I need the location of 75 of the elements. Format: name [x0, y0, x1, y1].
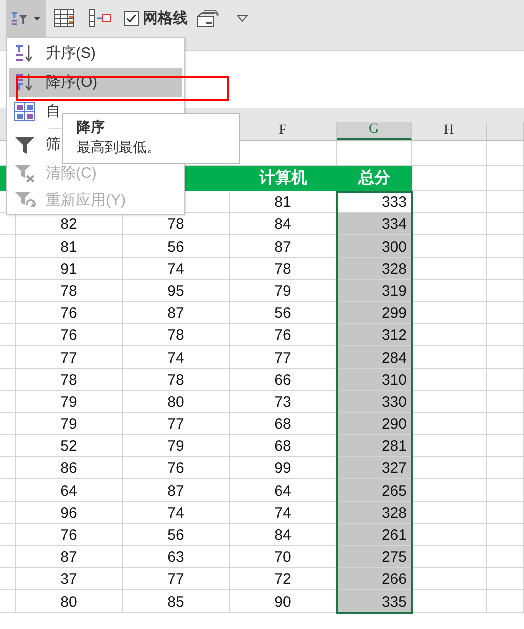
table-cell: 327: [337, 457, 412, 480]
table-cell: 78: [123, 368, 230, 391]
table-cell: 72: [230, 568, 337, 590]
table-cell: 95: [123, 280, 230, 302]
table-cell: 334: [337, 213, 412, 236]
table-cell: 64: [230, 479, 337, 502]
table-cell: 76: [230, 324, 337, 346]
table-cell: 284: [337, 346, 412, 368]
table-cell: 86: [16, 457, 123, 480]
header-cell: 总分: [337, 166, 412, 191]
table-cell: 73: [230, 390, 337, 413]
table-cell: 330: [337, 390, 412, 413]
table-cell: 79: [230, 280, 337, 302]
tooltip-text: 最高到最低。: [77, 139, 162, 155]
table-cell: 80: [123, 390, 230, 413]
table-cell: 84: [230, 524, 337, 546]
table-cell: 56: [230, 302, 337, 324]
table-cell: 76: [16, 524, 123, 546]
table-cell: 299: [337, 302, 412, 324]
table-cell: 74: [230, 502, 337, 524]
table-cell: 328: [337, 258, 412, 280]
table-cell: 265: [337, 479, 412, 502]
header-cell: 计算机: [230, 166, 337, 191]
table-cell: 99: [230, 457, 337, 480]
table-cell: 78: [16, 368, 123, 391]
table-cell: 84: [230, 213, 337, 236]
table-cell: 70: [230, 546, 337, 568]
table-cell: 319: [337, 280, 412, 302]
table-cell: 96: [16, 502, 123, 524]
table-cell: 68: [230, 412, 337, 436]
table-cell: 78: [123, 324, 230, 346]
table-cell: 281: [337, 435, 412, 458]
table-cell: 56: [123, 235, 230, 258]
table-cell: 66: [230, 368, 337, 391]
table-cell: 79: [16, 390, 123, 413]
table-cell: 85: [123, 590, 230, 613]
table-cell: 79: [123, 435, 230, 458]
table-cell: 78: [16, 280, 123, 302]
table-cell: 77: [123, 568, 230, 590]
table-cell: 77: [123, 412, 230, 436]
table-cell: 64: [16, 479, 123, 502]
table-cell: 80: [16, 590, 123, 613]
table-cell: 290: [337, 412, 412, 436]
table-cell: 74: [123, 258, 230, 280]
table-cell: 87: [230, 235, 337, 258]
table-cell: 77: [230, 346, 337, 368]
table-cell: 79: [16, 412, 123, 436]
table-cell: 266: [337, 568, 412, 590]
table-cell: 76: [16, 302, 123, 324]
table-cell: 76: [16, 324, 123, 346]
table-cell: 87: [123, 302, 230, 324]
table-cell: 52: [16, 435, 123, 458]
table-cell: 275: [337, 546, 412, 568]
table-cell: 56: [123, 524, 230, 546]
table-cell: 328: [337, 502, 412, 524]
table-cell: 261: [337, 524, 412, 546]
table-cell: 68: [230, 435, 337, 458]
table-cell: 81: [16, 235, 123, 258]
tooltip-title: 降序: [77, 119, 106, 135]
table-cell: 312: [337, 324, 412, 346]
table-cell: 63: [123, 546, 230, 568]
table-cell: 310: [337, 368, 412, 391]
table-cell: 87: [123, 479, 230, 502]
table-cell: 37: [16, 568, 123, 590]
table-cell: 81: [230, 191, 337, 214]
table-cell: 77: [16, 346, 123, 368]
table-cell: 90: [230, 590, 337, 613]
table-cell: 76: [123, 457, 230, 480]
table-cell: 74: [123, 502, 230, 524]
table-cell: 91: [16, 258, 123, 280]
table-cell: 78: [230, 258, 337, 280]
table-cell: 74: [123, 346, 230, 368]
table-cell: 87: [16, 546, 123, 568]
table-cell: 335: [337, 590, 412, 613]
table-cell: 300: [337, 235, 412, 258]
